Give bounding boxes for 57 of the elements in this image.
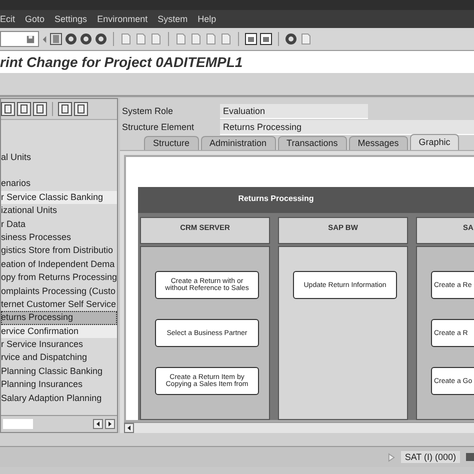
tree-item[interactable]: rvice and Dispatching <box>1 351 117 365</box>
field-value: Evaluation <box>220 104 368 118</box>
tab[interactable]: Graphic <box>410 134 460 150</box>
page-icon[interactable] <box>58 102 72 116</box>
triangle-icon[interactable] <box>388 452 395 462</box>
menu-item[interactable]: System <box>158 14 188 24</box>
scrollbar-thumb[interactable] <box>3 419 33 429</box>
round-button-icon[interactable] <box>285 33 297 45</box>
page-icon[interactable] <box>17 102 31 116</box>
tree-item[interactable]: r Service Classic Banking <box>1 190 117 204</box>
round-button-icon[interactable] <box>80 33 92 45</box>
menu-item[interactable]: Settings <box>54 14 88 24</box>
tree-item[interactable]: ervice Confirmation <box>1 324 117 338</box>
menu-item[interactable]: Environment <box>97 14 148 24</box>
process-header: Returns Processing <box>138 187 474 213</box>
field-label: System Role <box>122 106 174 116</box>
field-label: Structure Element <box>122 122 196 132</box>
scroll-left-icon[interactable] <box>124 423 134 433</box>
menu-item[interactable]: Goto <box>25 14 45 24</box>
tab[interactable]: Structure <box>144 136 199 150</box>
tree-item[interactable]: Planning Classic Banking <box>1 364 117 378</box>
tab[interactable]: Administration <box>200 136 276 150</box>
scroll-right-icon[interactable] <box>105 419 115 429</box>
window-icon[interactable] <box>245 33 257 45</box>
screen-title: rint Change for Project 0ADITEMPL1 <box>0 54 243 70</box>
tab[interactable]: Messages <box>348 136 408 150</box>
save-icon[interactable] <box>26 34 35 44</box>
menu-item[interactable]: Help <box>198 14 216 24</box>
tree-item[interactable]: siness Processes <box>1 230 117 244</box>
page-icon[interactable] <box>1 102 15 116</box>
tree-item[interactable]: ternet Customer Self Service <box>1 298 117 312</box>
tree-item[interactable]: izational Units <box>1 204 117 218</box>
horizontal-scrollbar[interactable] <box>1 415 117 432</box>
tree-item[interactable]: eation of Independent Dema <box>1 258 117 272</box>
tree-item[interactable]: enarios <box>1 177 117 191</box>
round-button-icon[interactable] <box>95 33 107 45</box>
tree-item[interactable]: opy from Returns Processing <box>1 271 117 285</box>
tab[interactable]: Transactions <box>278 136 347 150</box>
caret-icon[interactable] <box>42 34 47 44</box>
system-info: SAT (I) (000) <box>400 451 460 463</box>
page-icon[interactable] <box>74 102 88 116</box>
round-button-icon[interactable] <box>65 33 77 45</box>
menu-item[interactable]: Ecit <box>0 14 16 24</box>
tree-item[interactable]: gistics Store from Distributio <box>1 244 117 258</box>
tree-item[interactable]: al Units <box>1 151 117 164</box>
tree-item[interactable]: r Service Insurances <box>1 338 117 352</box>
tree-item[interactable]: omplaints Processing (Custo <box>1 284 117 298</box>
page-icon[interactable] <box>33 102 47 116</box>
tree-item[interactable]: Salary Adaption Planning <box>1 392 117 406</box>
command-field[interactable] <box>0 31 39 47</box>
field-value: Returns Processing <box>220 120 474 134</box>
scroll-left-icon[interactable] <box>93 419 103 429</box>
tree-item[interactable]: Planning Insurances <box>1 378 117 392</box>
tree-item[interactable]: eturns Processing <box>1 311 117 325</box>
horizontal-scrollbar[interactable] <box>124 422 474 433</box>
window-icon[interactable] <box>260 33 272 45</box>
tree-item[interactable]: r Data <box>1 218 117 231</box>
